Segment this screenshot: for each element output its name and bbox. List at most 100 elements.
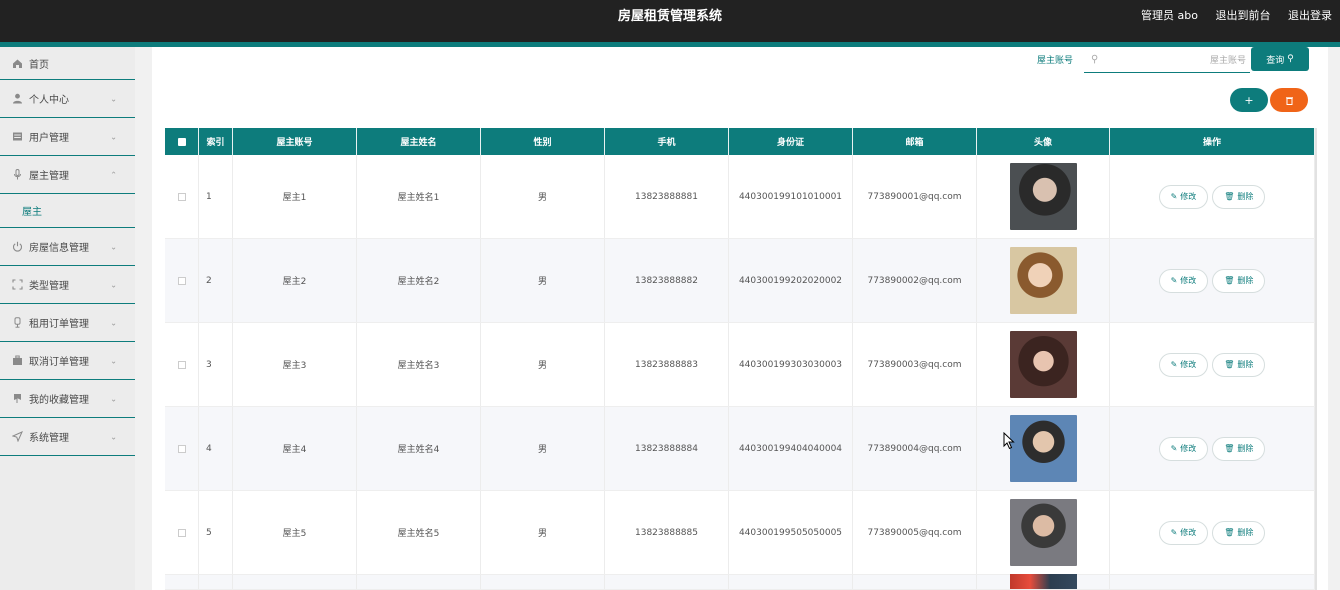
cell-sex: 男: [481, 407, 605, 490]
delete-button[interactable]: 🗑 删除: [1212, 436, 1266, 461]
delete-button[interactable]: 🗑 删除: [1212, 520, 1266, 545]
edit-button[interactable]: ✎ 修改: [1158, 352, 1209, 377]
edit-button[interactable]: ✎ 修改: [1158, 184, 1209, 209]
cell-index: 4: [199, 407, 233, 490]
sidebar-item-types[interactable]: 类型管理 ⌄: [0, 266, 135, 304]
batch-delete-button[interactable]: [1270, 88, 1308, 112]
cell-email: 773890003@qq.com: [853, 323, 977, 406]
cell-phone: 13823888885: [605, 491, 729, 574]
col-header-sex: 性别: [481, 128, 605, 155]
cell-account: 屋主3: [233, 323, 357, 406]
trash-icon: 🗑: [1224, 528, 1235, 537]
col-header-phone: 手机: [605, 128, 729, 155]
sidebar-item-label: 系统管理: [29, 433, 69, 444]
sidebar-item-profile[interactable]: 个人中心 ⌄: [0, 80, 135, 118]
row-checkbox[interactable]: [165, 491, 199, 574]
cell-email: 773890001@qq.com: [853, 155, 977, 238]
row-checkbox[interactable]: [165, 407, 199, 490]
cell-name: 屋主姓名2: [357, 239, 481, 322]
sidebar-item-label: 个人中心: [29, 95, 69, 106]
trash-icon: [1285, 96, 1293, 105]
table-header: 索引 屋主账号 屋主姓名 性别 手机 身份证 邮箱 头像 操作: [165, 128, 1315, 155]
search-button[interactable]: 查询 ⚲: [1251, 47, 1309, 71]
lamp-icon: [12, 317, 23, 328]
edit-button-label: 修改: [1180, 528, 1197, 537]
delete-button-label: 删除: [1237, 444, 1254, 453]
admin-name[interactable]: 管理员 abo: [1141, 9, 1198, 22]
cell-email: 773890004@qq.com: [853, 407, 977, 490]
cell-sex: 男: [481, 491, 605, 574]
sidebar-item-label: 取消订单管理: [29, 357, 89, 368]
sidebar-item-rental-orders[interactable]: 租用订单管理 ⌄: [0, 304, 135, 342]
sidebar-item-label: 租用订单管理: [29, 319, 89, 330]
search-input[interactable]: [1106, 53, 1246, 69]
cell-account: 屋主2: [233, 239, 357, 322]
back-to-front-link[interactable]: 退出到前台: [1216, 9, 1271, 22]
owner-table: 索引 屋主账号 屋主姓名 性别 手机 身份证 邮箱 头像 操作 1 屋主1 屋主…: [165, 128, 1315, 590]
add-button[interactable]: +: [1230, 88, 1268, 112]
col-header-actions: 操作: [1110, 128, 1315, 155]
chevron-down-icon: ⌄: [110, 356, 117, 365]
col-header-account: 屋主账号: [233, 128, 357, 155]
cell-account: 屋主4: [233, 407, 357, 490]
col-header-index: 索引: [199, 128, 233, 155]
sidebar-item-favorites[interactable]: 我的收藏管理 ⌄: [0, 380, 135, 418]
edit-button-label: 修改: [1180, 360, 1197, 369]
edit-button[interactable]: ✎ 修改: [1158, 268, 1209, 293]
chevron-up-icon: ⌃: [110, 170, 117, 179]
select-all-checkbox[interactable]: [165, 128, 199, 155]
search-icon: ⚲: [1091, 54, 1099, 65]
cell-sex: 男: [481, 155, 605, 238]
delete-button[interactable]: 🗑 删除: [1212, 352, 1266, 377]
cell-name: 屋主姓名5: [357, 491, 481, 574]
trash-icon: 🗑: [1224, 444, 1235, 453]
sidebar-item-system[interactable]: 系统管理 ⌄: [0, 418, 135, 456]
edit-icon: ✎: [1170, 192, 1178, 201]
table-row: 5 屋主5 屋主姓名5 男 13823888885 44030019950505…: [165, 491, 1315, 575]
cell-index: 2: [199, 239, 233, 322]
sidebar-item-owners[interactable]: 屋主管理 ⌃: [0, 156, 135, 194]
logout-link[interactable]: 退出登录: [1288, 9, 1332, 22]
avatar: [1009, 331, 1077, 398]
send-icon: [12, 431, 23, 442]
table-row: 1 屋主1 屋主姓名1 男 13823888881 44030019910101…: [165, 155, 1315, 239]
sidebar-item-cancel-orders[interactable]: 取消订单管理 ⌄: [0, 342, 135, 380]
chevron-down-icon: ⌄: [110, 394, 117, 403]
row-checkbox[interactable]: [165, 323, 199, 406]
table-row: [165, 574, 1315, 590]
cell-id-card: 440300199404040004: [729, 407, 853, 490]
delete-button[interactable]: 🗑 删除: [1212, 184, 1266, 209]
sidebar-item-users[interactable]: 用户管理 ⌄: [0, 118, 135, 156]
edit-button-label: 修改: [1180, 276, 1197, 285]
chevron-down-icon: ⌄: [110, 280, 117, 289]
search-label: 屋主账号: [1037, 56, 1074, 66]
row-checkbox[interactable]: [165, 155, 199, 238]
cell-index: 3: [199, 323, 233, 406]
table-scrollbar[interactable]: [1315, 128, 1317, 590]
cell-account: 屋主1: [233, 155, 357, 238]
cell-name: 屋主姓名1: [357, 155, 481, 238]
col-header-email: 邮箱: [853, 128, 977, 155]
edit-icon: ✎: [1170, 528, 1178, 537]
search-button-label: 查询: [1266, 55, 1285, 66]
delete-button-label: 删除: [1237, 276, 1254, 285]
sidebar-subitem-owner[interactable]: 屋主: [0, 194, 135, 228]
row-checkbox[interactable]: [165, 239, 199, 322]
edit-icon: ✎: [1170, 276, 1178, 285]
sidebar-item-home[interactable]: 首页: [0, 47, 135, 80]
cell-sex: 男: [481, 323, 605, 406]
sidebar-item-label: 屋主管理: [29, 171, 69, 182]
edit-button[interactable]: ✎ 修改: [1158, 520, 1209, 545]
trash-icon: 🗑: [1224, 276, 1235, 285]
edit-button[interactable]: ✎ 修改: [1158, 436, 1209, 461]
col-header-id-card: 身份证: [729, 128, 853, 155]
cell-phone: 13823888884: [605, 407, 729, 490]
sidebar-item-house-info[interactable]: 房屋信息管理 ⌄: [0, 228, 135, 266]
edit-button-label: 修改: [1180, 192, 1197, 201]
cell-name: 屋主姓名4: [357, 407, 481, 490]
cell-phone: 13823888882: [605, 239, 729, 322]
cell-id-card: 440300199202020002: [729, 239, 853, 322]
cell-name: 屋主姓名3: [357, 323, 481, 406]
sidebar-item-label: 用户管理: [29, 133, 69, 144]
delete-button[interactable]: 🗑 删除: [1212, 268, 1266, 293]
